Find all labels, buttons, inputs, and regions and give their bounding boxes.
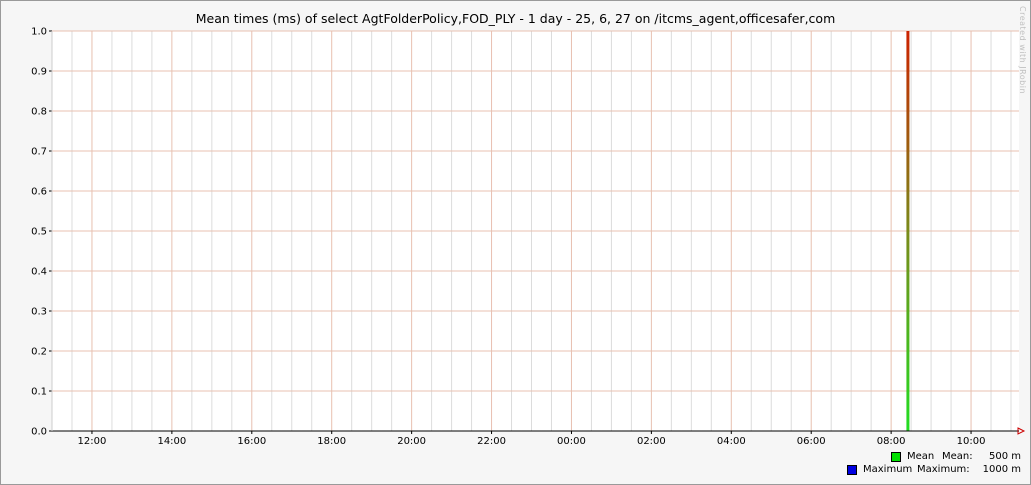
y-tick-label: 0.9	[31, 67, 47, 78]
x-tick-label: 04:00	[717, 436, 746, 447]
y-tick-label: 0.8	[31, 107, 47, 118]
y-tick-label: 0.7	[31, 147, 47, 158]
x-tick-label: 14:00	[157, 436, 186, 447]
x-tick-label: 10:00	[957, 436, 986, 447]
watermark: Created with JRobin	[1018, 6, 1027, 95]
y-tick-label: 0.0	[31, 427, 47, 438]
x-axis-labels: 12:00 14:00 16:00 18:00 20:00 22:00 00:00 02:00…	[78, 436, 986, 447]
x-tick-label: 16:00	[237, 436, 266, 447]
legend-stat-value-maximum: 1000 m	[982, 464, 1021, 475]
legend-stat-value-mean: 500 m	[988, 451, 1021, 462]
x-tick-label: 06:00	[797, 436, 826, 447]
x-tick-label: 20:00	[397, 436, 426, 447]
y-tick-label: 0.1	[31, 387, 47, 398]
x-tick-label: 00:00	[557, 436, 586, 447]
y-tick-label: 0.2	[31, 347, 47, 358]
legend-swatch-mean	[891, 452, 901, 462]
legend-item-maximum: Maximum Maximum: 1000 m	[847, 464, 1027, 478]
x-tick-label: 12:00	[78, 436, 107, 447]
y-axis-labels: 0.0 0.1 0.2 0.3 0.4 0.5 0.6 0.7 0.8 0.9 1.0	[31, 27, 47, 438]
legend-name-mean: Mean	[907, 451, 935, 462]
x-tick-label: 02:00	[637, 436, 666, 447]
legend-item-mean: Mean Mean: 500 m	[891, 451, 1026, 465]
x-tick-label: 08:00	[877, 436, 906, 447]
x-tick-label: 18:00	[317, 436, 346, 447]
y-tick-label: 0.4	[31, 267, 47, 278]
y-tick-label: 0.5	[31, 227, 47, 238]
y-tick-label: 0.3	[31, 307, 47, 318]
legend-name-maximum: Maximum	[863, 464, 913, 475]
data-spike	[906, 31, 910, 431]
legend-swatch-maximum	[847, 465, 857, 475]
y-tick-label: 1.0	[31, 27, 47, 38]
y-tick-label: 0.6	[31, 187, 47, 198]
chart-plot: 0.00.10.20.30.40.50.60.70.80.91.0 12:00 1…	[31, 27, 1026, 447]
x-tick-label: 22:00	[477, 436, 506, 447]
